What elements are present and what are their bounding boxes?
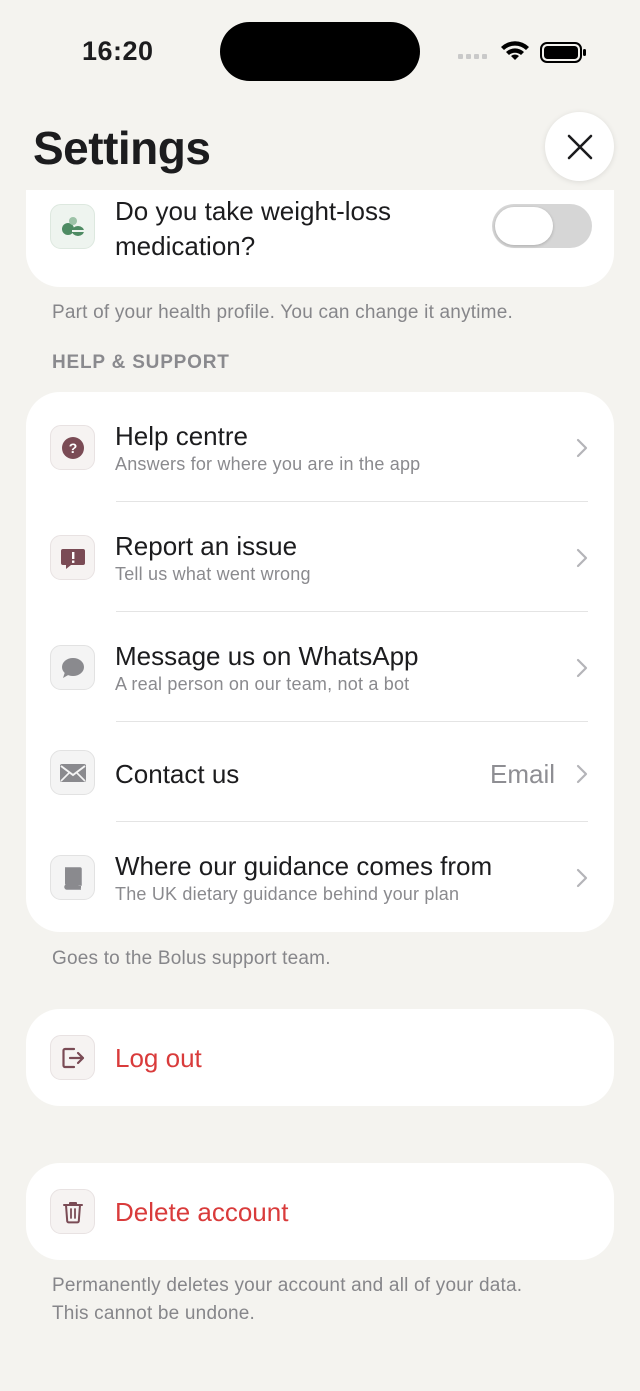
close-button[interactable] [545, 112, 614, 181]
guidance-row[interactable]: Where our guidance comes from The UK die… [26, 822, 614, 932]
cellular-signal-icon [458, 54, 487, 59]
report-icon-box [50, 535, 95, 580]
whatsapp-title: Message us on WhatsApp [115, 641, 419, 671]
help-icon-box: ? [50, 425, 95, 470]
logout-label: Log out [115, 1043, 202, 1073]
pill-icon [61, 216, 84, 236]
medication-toggle[interactable] [492, 204, 592, 248]
help-centre-title: Help centre [115, 421, 248, 451]
report-issue-row[interactable]: Report an issue Tell us what went wrong [26, 502, 614, 612]
help-centre-subtitle: Answers for where you are in the app [115, 454, 421, 474]
dynamic-island [220, 22, 420, 81]
logout-icon-box [50, 1035, 95, 1080]
battery-icon [540, 42, 586, 63]
page-title: Settings [33, 122, 211, 174]
delete-footnote: Permanently deletes your account and all… [52, 1275, 523, 1324]
wifi-icon [501, 41, 529, 60]
report-issue-subtitle: Tell us what went wrong [115, 564, 311, 584]
chat-icon-box [50, 645, 95, 690]
trash-icon-box [50, 1189, 95, 1234]
chevron-right-icon [576, 764, 588, 784]
book-icon-box [50, 855, 95, 900]
status-time: 16:20 [82, 36, 154, 66]
pill-icon-box [50, 204, 95, 249]
question-icon: ? [61, 436, 84, 459]
health-profile-card: Do you take weight-loss medication? [26, 190, 614, 287]
book-icon [63, 866, 82, 890]
trash-icon [62, 1201, 83, 1223]
support-footnote: Goes to the Bolus support team. [52, 948, 331, 969]
help-centre-row[interactable]: ? Help centre Answers for where you are … [26, 392, 614, 502]
chevron-right-icon [576, 658, 588, 678]
logout-button[interactable]: Log out [26, 1009, 614, 1106]
delete-account-button[interactable]: Delete account [26, 1163, 614, 1260]
mail-icon-box [50, 750, 95, 795]
chevron-right-icon [576, 438, 588, 458]
toggle-knob [495, 207, 553, 245]
guidance-subtitle: The UK dietary guidance behind your plan [115, 884, 460, 904]
guidance-title: Where our guidance comes from [115, 851, 493, 881]
svg-text:?: ? [68, 440, 77, 456]
chevron-right-icon [576, 548, 588, 568]
contact-us-row[interactable]: Contact us Email [26, 722, 614, 822]
medication-question: Do you take weight-loss medication? [115, 196, 392, 261]
whatsapp-subtitle: A real person on our team, not a bot [115, 674, 410, 694]
help-support-card: ? Help centre Answers for where you are … [26, 392, 614, 932]
close-icon [567, 134, 592, 159]
health-footnote: Part of your health profile. You can cha… [52, 302, 513, 323]
section-header-help-support: HELP & SUPPORT [52, 352, 230, 373]
chat-bubble-icon [61, 657, 84, 678]
report-icon [60, 548, 85, 569]
contact-us-title: Contact us [115, 759, 240, 789]
status-indicators [458, 38, 588, 66]
whatsapp-row[interactable]: Message us on WhatsApp A real person on … [26, 612, 614, 722]
report-issue-title: Report an issue [115, 531, 298, 561]
logout-icon [61, 1047, 84, 1068]
contact-us-value: Email [490, 759, 556, 789]
delete-account-label: Delete account [115, 1197, 289, 1227]
mail-icon [59, 763, 86, 782]
chevron-right-icon [576, 868, 588, 888]
